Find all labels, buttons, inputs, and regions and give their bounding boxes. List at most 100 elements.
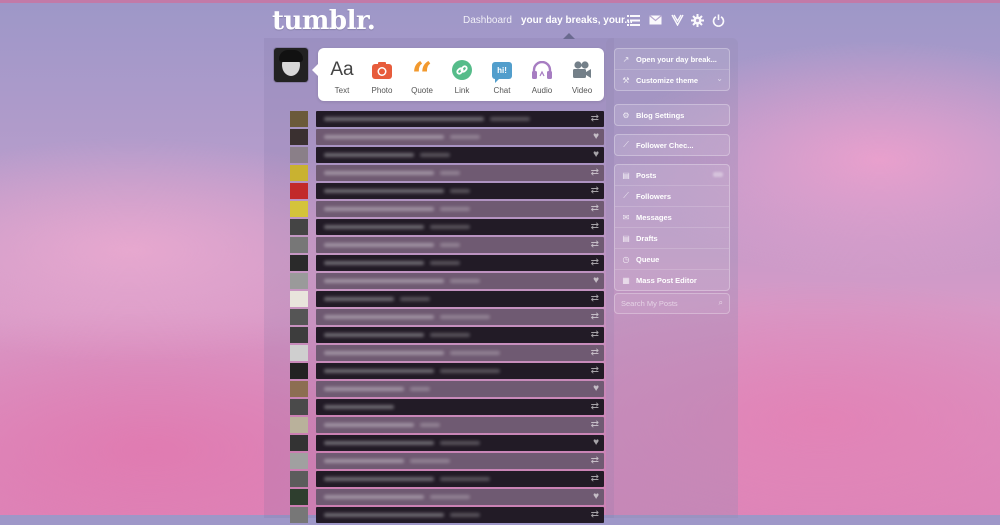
feed-row[interactable]: ♥ [316, 273, 604, 289]
feed-row[interactable]: ⇄ [316, 399, 604, 415]
sidebar-item-posts[interactable]: ▤ Posts [615, 165, 729, 186]
list-icon[interactable] [625, 12, 641, 28]
sidebar-item-drafts[interactable]: ▤ Drafts [615, 228, 729, 249]
feed-row-avatar[interactable] [290, 453, 308, 469]
post-type-text-button[interactable]: Aa Text [322, 48, 362, 101]
feed-row[interactable]: ♥ [316, 147, 604, 163]
sidebar-item-followers[interactable]: ⟋ Followers [615, 186, 729, 207]
like-icon[interactable]: ♥ [593, 275, 599, 287]
feed-row-avatar[interactable] [290, 201, 308, 217]
open-blog-link[interactable]: ↗ Open your day break... [615, 49, 729, 70]
feed-row-avatar[interactable] [290, 147, 308, 163]
feed-row-avatar[interactable] [290, 417, 308, 433]
feed-row[interactable]: ⇄ [316, 201, 604, 217]
feed-row-avatar[interactable] [290, 237, 308, 253]
reblog-icon[interactable]: ⇄ [591, 311, 599, 323]
nav-dashboard-link[interactable]: Dashboard [463, 15, 512, 26]
follower-check-link[interactable]: ⟋ Follower Chec... [615, 135, 729, 155]
feed-row[interactable]: ⇄ [316, 471, 604, 487]
feed-row[interactable]: ♥ [316, 489, 604, 505]
feed-row[interactable]: ⇄ [316, 291, 604, 307]
post-type-video-button[interactable]: Video [562, 48, 602, 101]
feed-row[interactable]: ♥ [316, 129, 604, 145]
like-icon[interactable]: ♥ [593, 491, 599, 503]
feed-row[interactable]: ⇄ [316, 255, 604, 271]
feed-row-avatar[interactable] [290, 219, 308, 235]
feed-row-avatar[interactable] [290, 183, 308, 199]
user-avatar[interactable] [274, 48, 308, 82]
feed-row-avatar[interactable] [290, 381, 308, 397]
feed-row-avatar[interactable] [290, 165, 308, 181]
feed-row-avatar[interactable] [290, 255, 308, 271]
like-icon[interactable]: ♥ [593, 383, 599, 395]
feed-row[interactable]: ⇄ [316, 417, 604, 433]
feed-row-avatar[interactable] [290, 129, 308, 145]
reblog-icon[interactable]: ⇄ [591, 167, 599, 179]
feed-row[interactable]: ⇄ [316, 111, 604, 127]
reblog-icon[interactable]: ⇄ [591, 185, 599, 197]
reblog-icon[interactable]: ⇄ [591, 113, 599, 125]
like-icon[interactable]: ♥ [593, 149, 599, 161]
feed-row[interactable]: ⇄ [316, 309, 604, 325]
feed-row-avatar[interactable] [290, 363, 308, 379]
activity-icon[interactable] [669, 12, 685, 28]
feed-row[interactable]: ⇄ [316, 237, 604, 253]
feed-row-avatar[interactable] [290, 291, 308, 307]
feed-avatars-column [290, 111, 308, 525]
reblog-icon[interactable]: ⇄ [591, 221, 599, 233]
reblog-icon[interactable]: ⇄ [591, 329, 599, 341]
tumblr-logo[interactable]: tumblr. [272, 6, 376, 36]
reblog-icon[interactable]: ⇄ [591, 365, 599, 377]
feed-row-avatar[interactable] [290, 111, 308, 127]
reblog-icon[interactable]: ⇄ [591, 509, 599, 521]
feed-row[interactable]: ⇄ [316, 453, 604, 469]
feed-row-avatar[interactable] [290, 399, 308, 415]
post-type-photo-button[interactable]: Photo [362, 48, 402, 101]
blurred-post-text [324, 261, 424, 265]
feed-row[interactable]: ♥ [316, 381, 604, 397]
feed-row-avatar[interactable] [290, 309, 308, 325]
feed-row[interactable]: ⇄ [316, 363, 604, 379]
post-type-link-button[interactable]: Link [442, 48, 482, 101]
like-icon[interactable]: ♥ [593, 437, 599, 449]
feed-row[interactable]: ♥ [316, 435, 604, 451]
feed-row[interactable]: ⇄ [316, 345, 604, 361]
post-type-chat-button[interactable]: hi! Chat [482, 48, 522, 101]
search-posts-input[interactable]: Search My Posts ⌕ [614, 293, 730, 314]
reblog-icon[interactable]: ⇄ [591, 203, 599, 215]
feed-row[interactable]: ⇄ [316, 219, 604, 235]
feed-row-avatar[interactable] [290, 507, 308, 523]
blurred-post-text [430, 495, 470, 499]
sidebar-item-queue[interactable]: ◷ Queue [615, 249, 729, 270]
customize-theme-link[interactable]: ⚒ Customize theme ⌄ [615, 70, 729, 90]
reblog-icon[interactable]: ⇄ [591, 473, 599, 485]
blurred-post-text [324, 441, 434, 445]
power-icon[interactable] [710, 12, 726, 28]
reblog-icon[interactable]: ⇄ [591, 455, 599, 467]
reblog-icon[interactable]: ⇄ [591, 239, 599, 251]
feed-row[interactable]: ⇄ [316, 507, 604, 523]
feed-row-avatar[interactable] [290, 273, 308, 289]
like-icon[interactable]: ♥ [593, 131, 599, 143]
sidebar-item-mass-post-editor[interactable]: ▦ Mass Post Editor [615, 270, 729, 290]
sidebar-item-messages[interactable]: ✉ Messages [615, 207, 729, 228]
reblog-icon[interactable]: ⇄ [591, 257, 599, 269]
nav-blog-link[interactable]: your day breaks, your... [521, 15, 633, 26]
post-type-audio-button[interactable]: Audio [522, 48, 562, 101]
blog-settings-link[interactable]: ⚙ Blog Settings [615, 105, 729, 125]
reblog-icon[interactable]: ⇄ [591, 419, 599, 431]
reblog-icon[interactable]: ⇄ [591, 347, 599, 359]
feed-row[interactable]: ⇄ [316, 327, 604, 343]
feed-row-avatar[interactable] [290, 471, 308, 487]
mail-icon[interactable] [647, 12, 663, 28]
reblog-icon[interactable]: ⇄ [591, 401, 599, 413]
feed-row-avatar[interactable] [290, 327, 308, 343]
feed-row-avatar[interactable] [290, 435, 308, 451]
gear-icon[interactable] [689, 12, 705, 28]
feed-row-avatar[interactable] [290, 489, 308, 505]
feed-row-avatar[interactable] [290, 345, 308, 361]
feed-row[interactable]: ⇄ [316, 183, 604, 199]
post-type-quote-button[interactable]: “ Quote [402, 48, 442, 101]
feed-row[interactable]: ⇄ [316, 165, 604, 181]
reblog-icon[interactable]: ⇄ [591, 293, 599, 305]
